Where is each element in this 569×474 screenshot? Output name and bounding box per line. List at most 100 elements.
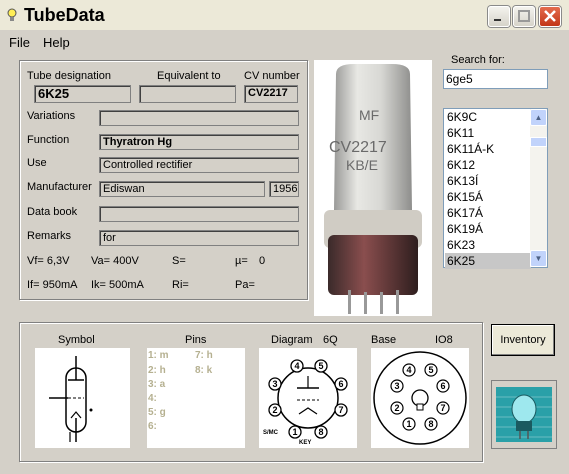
base-diagram: 4 5 3 6 2 7 1 8 [373,351,467,445]
symbol-label: Symbol [58,334,95,346]
list-item[interactable]: 6K13Í [447,173,478,189]
va-value: Va= 400V [91,255,139,267]
ik-value: Ik= 500mA [91,279,144,291]
window-title: TubeData [24,5,105,25]
photo-maker-text: MF [359,107,379,123]
variations-field[interactable] [99,110,299,126]
svg-text:7: 7 [338,405,343,415]
pin-3: 3: a [148,379,166,390]
close-button[interactable] [539,6,561,27]
manufacturer-label: Manufacturer [27,181,92,193]
year-field[interactable]: 1956 [269,181,299,197]
tube-designation-field[interactable]: 6K25 [34,85,131,103]
ri-value: Ri= [172,279,189,291]
mu-value: 0 [259,255,266,267]
app-logo [491,380,557,449]
tube-symbol-diagram [49,356,93,442]
pinout-diagram: 4 5 3 6 2 7 1 8 S/MC KEY [263,359,348,446]
svg-text:3: 3 [394,381,399,391]
pa-value: Pa= [235,279,255,291]
list-scrollbar[interactable]: ▲ ▼ [530,109,547,267]
use-label: Use [27,157,47,169]
diagram-label: Diagram [271,334,313,346]
pin-4: 4: [148,393,157,404]
function-field[interactable]: Thyratron Hg [99,134,299,150]
lightbulb-icon [7,8,17,21]
equivalent-label: Equivalent to [157,70,221,82]
pin-7: 7: h [195,350,213,361]
list-item[interactable]: 6K11Á-K [447,141,494,157]
svg-text:8: 8 [318,427,323,437]
search-label: Search for: [451,54,505,66]
symbol-panel [35,348,130,448]
pins-label: Pins [185,334,207,346]
list-item-selected[interactable]: 6K25 [445,253,531,269]
manufacturer-field[interactable]: Ediswan [99,181,265,197]
databook-field[interactable] [99,206,299,222]
pin-8: 8: k [195,365,213,376]
pins-panel: 1: m 2: h 3: a 4: 5: g 6: 7: h 8: k [147,348,245,448]
variations-label: Variations [27,110,76,122]
svg-text:6: 6 [338,379,343,389]
tube-designation-label: Tube designation [27,70,111,82]
svg-text:1: 1 [406,419,411,429]
menu-bar: File Help [0,32,569,52]
menu-help[interactable]: Help [43,35,70,50]
list-item[interactable]: 6K19Á [447,221,483,237]
mu-label: µ= [235,255,248,267]
title-bar: TubeData [0,0,569,30]
tube-list[interactable]: 6K9C 6K11 6K11Á-K 6K12 6K13Í 6K15Á 6K17Á… [443,108,548,269]
tube-photo: MF CV2217 KB/E [314,60,432,316]
svg-text:1: 1 [292,427,297,437]
databook-label: Data book [27,206,78,218]
equivalent-field[interactable] [139,85,236,103]
vf-value: Vf= 6,3V [27,255,70,267]
function-label: Function [27,134,70,146]
list-item[interactable]: 6K9C [447,109,477,125]
scroll-thumb[interactable] [530,137,547,147]
minimize-button[interactable] [488,6,510,27]
remarks-label: Remarks [27,230,72,242]
svg-text:7: 7 [440,403,445,413]
list-item[interactable]: 6K12 [447,157,475,173]
photo-sub-text: KB/E [346,157,378,173]
s-value: S= [172,255,186,267]
pin-6: 6: [148,421,157,432]
search-input[interactable] [443,69,548,89]
svg-text:6: 6 [440,381,445,391]
diagram-key-text: KEY [299,440,311,446]
svg-text:5: 5 [428,365,433,375]
if-value: If= 950mA [27,279,78,291]
svg-text:4: 4 [294,361,299,371]
base-label: Base [371,334,397,346]
close-icon [544,10,556,22]
photo-code-text: CV2217 [329,139,387,156]
minimize-icon [494,19,501,21]
maximize-icon [518,10,530,22]
diagram-smc-text: S/MC [263,430,279,436]
cv-number-field[interactable]: CV2217 [244,85,298,103]
tube-photo-image: MF CV2217 KB/E [324,64,422,314]
svg-text:4: 4 [406,365,411,375]
list-item[interactable]: 6K23 [447,237,475,253]
maximize-button[interactable] [513,6,535,27]
svg-text:2: 2 [272,405,277,415]
svg-text:3: 3 [272,379,277,389]
svg-text:5: 5 [318,361,323,371]
list-item[interactable]: 6K15Á [447,189,483,205]
remarks-field[interactable]: for [99,230,299,246]
use-field[interactable]: Controlled rectifier [99,157,299,173]
logo-tube-icon [496,387,552,442]
scroll-up-icon[interactable]: ▲ [530,109,547,126]
menu-file[interactable]: File [9,35,30,50]
scroll-down-icon[interactable]: ▼ [530,250,547,267]
inventory-button[interactable]: Inventory [491,324,555,356]
pin-1: 1: m [148,350,169,361]
diagram-panel: 4 5 3 6 2 7 1 8 S/MC KEY [259,348,357,448]
pin-5: 5: g [148,407,166,418]
list-item[interactable]: 6K11 [447,125,474,141]
list-item[interactable]: 6K17Á [447,205,483,221]
pin-2: 2: h [148,365,166,376]
svg-text:2: 2 [394,403,399,413]
diagram-code: 6Q [323,334,338,346]
